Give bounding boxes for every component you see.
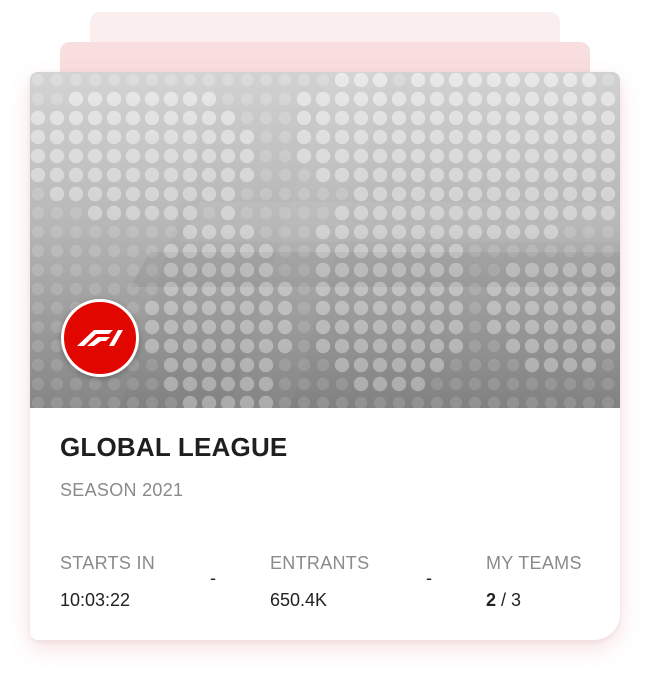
league-title: GLOBAL LEAGUE: [60, 432, 288, 462]
my-teams-total: / 3: [496, 590, 522, 610]
league-card[interactable]: GLOBAL LEAGUE SEASON 2021 STARTS IN 10:0…: [30, 72, 620, 640]
my-teams-count: 2 / 3: [486, 590, 521, 611]
starts-in-countdown: 10:03:22: [60, 590, 131, 610]
entrants-count: 650.4K: [270, 590, 328, 610]
stat-separator: -: [210, 568, 216, 588]
starts-in-label: STARTS IN: [60, 553, 156, 573]
my-teams-label: MY TEAMS: [486, 553, 582, 573]
season-label: SEASON 2021: [60, 480, 184, 500]
my-teams-current: 2: [486, 590, 497, 610]
stat-separator: -: [426, 568, 432, 588]
entrants-label: ENTRANTS: [270, 553, 370, 573]
league-card-stack: GLOBAL LEAGUE SEASON 2021 STARTS IN 10:0…: [0, 0, 650, 684]
f1-logo-icon: [61, 299, 139, 377]
league-banner-image: [30, 72, 620, 408]
